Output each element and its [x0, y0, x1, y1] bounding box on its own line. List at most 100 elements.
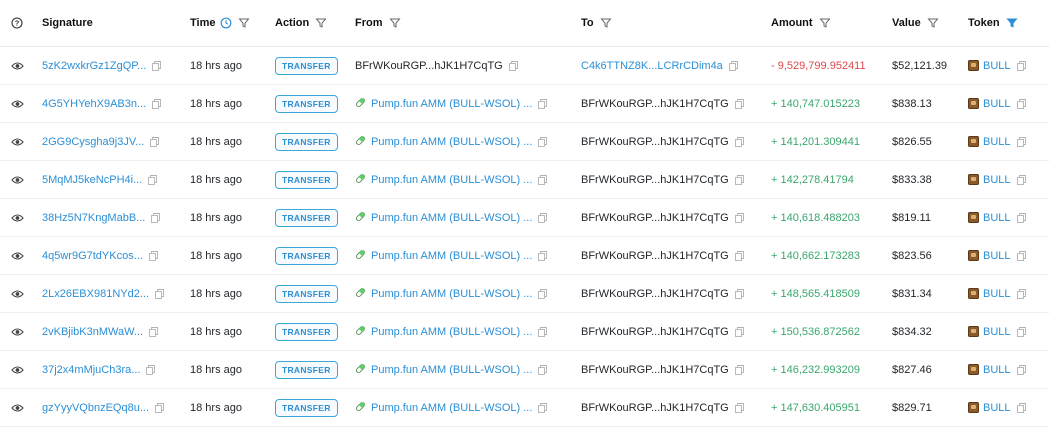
copy-icon[interactable]	[1016, 174, 1026, 185]
from-address[interactable]: Pump.fun AMM (BULL-WSOL) ...	[371, 402, 532, 414]
token-link[interactable]: BULL	[983, 402, 1011, 414]
from-address[interactable]: Pump.fun AMM (BULL-WSOL) ...	[371, 288, 532, 300]
copy-icon[interactable]	[734, 212, 744, 223]
clock-icon[interactable]	[220, 17, 232, 29]
copy-icon[interactable]	[734, 326, 744, 337]
action-filter-icon[interactable]	[315, 17, 327, 29]
signature-link[interactable]: 5zK2wxkrGz1ZgQP...	[42, 60, 146, 72]
token-filter-icon[interactable]	[1006, 17, 1018, 29]
view-details-icon[interactable]	[11, 85, 29, 122]
view-details-icon[interactable]	[11, 161, 29, 198]
view-details-icon[interactable]	[11, 313, 29, 350]
signature-link[interactable]: 2vKBjibK3nMWaW...	[42, 326, 143, 338]
copy-icon[interactable]	[538, 402, 548, 413]
token-link[interactable]: BULL	[983, 250, 1011, 262]
copy-icon[interactable]	[734, 98, 744, 109]
copy-icon[interactable]	[538, 364, 548, 375]
view-details-icon[interactable]	[11, 47, 29, 84]
copy-icon[interactable]	[538, 174, 548, 185]
copy-icon[interactable]	[734, 364, 744, 375]
token-link[interactable]: BULL	[983, 364, 1011, 376]
to-address[interactable]: BFrWKouRGP...hJK1H7CqTG	[581, 174, 729, 186]
signature-link[interactable]: gzYyyVQbnzEQq8u...	[42, 402, 149, 414]
copy-icon[interactable]	[1016, 212, 1026, 223]
signature-link[interactable]: 38Hz5N7KngMabB...	[42, 212, 145, 224]
copy-icon[interactable]	[1016, 60, 1026, 71]
from-address[interactable]: Pump.fun AMM (BULL-WSOL) ...	[371, 212, 532, 224]
copy-icon[interactable]	[150, 136, 160, 147]
to-address[interactable]: BFrWKouRGP...hJK1H7CqTG	[581, 98, 729, 110]
from-address[interactable]: Pump.fun AMM (BULL-WSOL) ...	[371, 98, 532, 110]
copy-icon[interactable]	[734, 174, 744, 185]
copy-icon[interactable]	[1016, 288, 1026, 299]
to-address[interactable]: BFrWKouRGP...hJK1H7CqTG	[581, 212, 729, 224]
copy-icon[interactable]	[1016, 136, 1026, 147]
copy-icon[interactable]	[538, 326, 548, 337]
copy-icon[interactable]	[734, 288, 744, 299]
copy-icon[interactable]	[151, 212, 161, 223]
view-details-icon[interactable]	[11, 351, 29, 388]
copy-icon[interactable]	[538, 212, 548, 223]
copy-icon[interactable]	[734, 136, 744, 147]
action-cell: TRANSFER	[275, 389, 338, 426]
copy-icon[interactable]	[155, 402, 164, 413]
from-address[interactable]: Pump.fun AMM (BULL-WSOL) ...	[371, 326, 532, 338]
signature-link[interactable]: 2GG9Cysgha9j3JV...	[42, 136, 144, 148]
from-address[interactable]: Pump.fun AMM (BULL-WSOL) ...	[371, 174, 532, 186]
value-filter-icon[interactable]	[927, 17, 939, 29]
from-filter-icon[interactable]	[388, 17, 401, 29]
help-icon[interactable]: ?	[11, 0, 29, 46]
token-link[interactable]: BULL	[983, 60, 1011, 72]
copy-icon[interactable]	[1016, 364, 1026, 375]
view-details-icon[interactable]	[11, 123, 29, 160]
token-link[interactable]: BULL	[983, 98, 1011, 110]
to-address[interactable]: BFrWKouRGP...hJK1H7CqTG	[581, 326, 729, 338]
token-link[interactable]: BULL	[983, 136, 1011, 148]
to-address[interactable]: BFrWKouRGP...hJK1H7CqTG	[581, 250, 729, 262]
copy-icon[interactable]	[152, 98, 162, 109]
copy-icon[interactable]	[1016, 402, 1026, 413]
copy-icon[interactable]	[508, 60, 518, 71]
copy-icon[interactable]	[538, 250, 548, 261]
copy-icon[interactable]	[149, 326, 159, 337]
token-link[interactable]: BULL	[983, 212, 1011, 224]
copy-icon[interactable]	[734, 250, 744, 261]
amount-filter-icon[interactable]	[818, 17, 831, 29]
to-address[interactable]: BFrWKouRGP...hJK1H7CqTG	[581, 288, 729, 300]
copy-icon[interactable]	[1016, 250, 1026, 261]
token-link[interactable]: BULL	[983, 326, 1011, 338]
view-details-icon[interactable]	[11, 275, 29, 312]
from-address[interactable]: Pump.fun AMM (BULL-WSOL) ...	[371, 250, 532, 262]
from-address[interactable]: Pump.fun AMM (BULL-WSOL) ...	[371, 136, 532, 148]
copy-icon[interactable]	[538, 136, 548, 147]
view-details-icon[interactable]	[11, 389, 29, 426]
view-details-icon[interactable]	[11, 199, 29, 236]
from-address[interactable]: Pump.fun AMM (BULL-WSOL) ...	[371, 364, 532, 376]
copy-icon[interactable]	[148, 174, 158, 185]
token-link[interactable]: BULL	[983, 288, 1011, 300]
signature-link[interactable]: 2Lx26EBX981NYd2...	[42, 288, 149, 300]
copy-icon[interactable]	[538, 98, 548, 109]
to-address[interactable]: BFrWKouRGP...hJK1H7CqTG	[581, 136, 729, 148]
to-filter-icon[interactable]	[600, 17, 612, 29]
copy-icon[interactable]	[728, 60, 738, 71]
to-address[interactable]: BFrWKouRGP...hJK1H7CqTG	[581, 364, 729, 376]
copy-icon[interactable]	[155, 288, 164, 299]
signature-link[interactable]: 4q5wr9G7tdYKcos...	[42, 250, 143, 262]
to-address[interactable]: BFrWKouRGP...hJK1H7CqTG	[581, 402, 729, 414]
from-address[interactable]: BFrWKouRGP...hJK1H7CqTG	[355, 60, 503, 72]
signature-link[interactable]: 5MqMJ5keNcPH4i...	[42, 174, 142, 186]
copy-icon[interactable]	[146, 364, 156, 375]
copy-icon[interactable]	[1016, 98, 1026, 109]
to-address[interactable]: C4k6TTNZ8K...LCRrCDim4a	[581, 60, 723, 72]
signature-link[interactable]: 4G5YHYehX9AB3n...	[42, 98, 146, 110]
signature-link[interactable]: 37j2x4mMjuCh3ra...	[42, 364, 140, 376]
copy-icon[interactable]	[538, 288, 548, 299]
copy-icon[interactable]	[148, 250, 158, 261]
time-filter-icon[interactable]	[238, 17, 251, 29]
token-link[interactable]: BULL	[983, 174, 1011, 186]
copy-icon[interactable]	[734, 402, 744, 413]
copy-icon[interactable]	[152, 60, 162, 71]
view-details-icon[interactable]	[11, 237, 29, 274]
copy-icon[interactable]	[1016, 326, 1026, 337]
